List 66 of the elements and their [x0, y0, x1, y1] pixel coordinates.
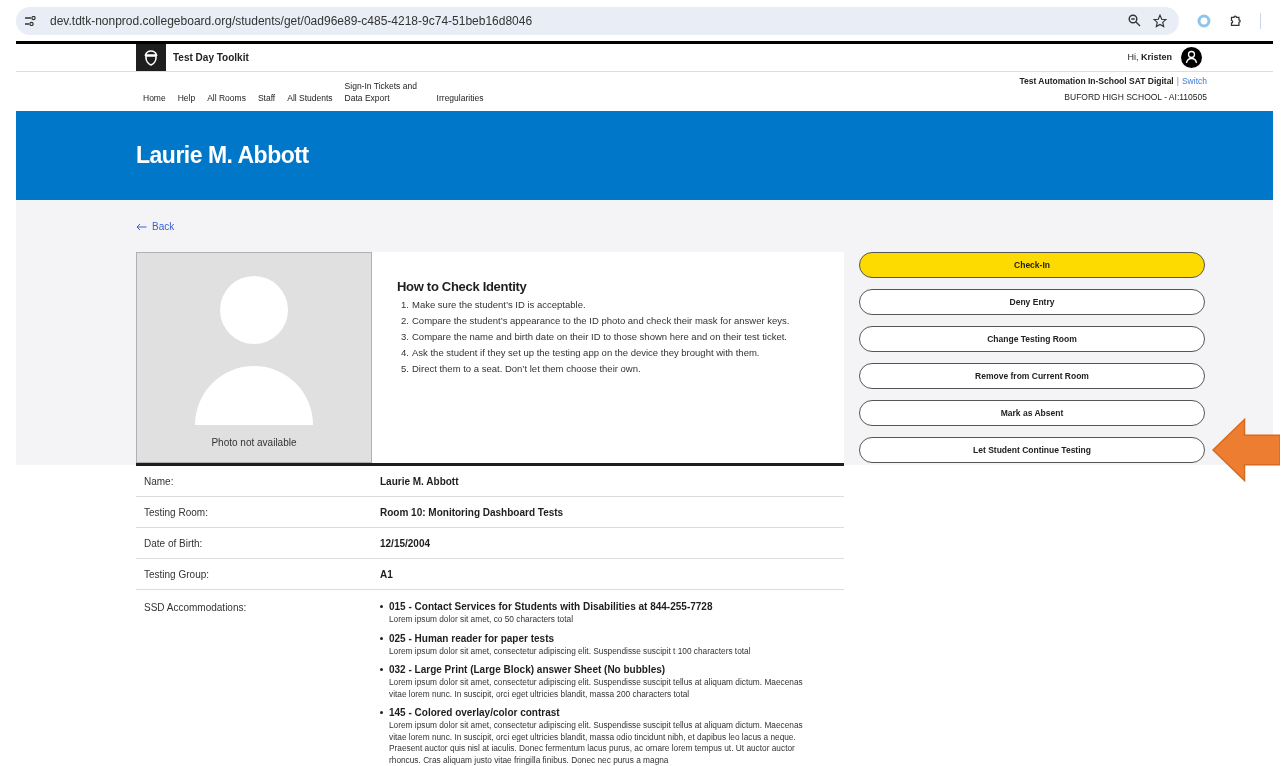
student-name: Laurie M. Abbott: [136, 141, 309, 171]
step-text: Direct them to a seat. Don’t let them choose their own.: [412, 361, 641, 376]
school-name: BUFORD HIGH SCHOOL - AI:110505: [1064, 91, 1207, 104]
field-value: A1: [380, 567, 393, 582]
url-text: dev.tdtk-nonprod.collegeboard.org/students/get/0ad96e89-c485-4218-9c74-51beb16d8046: [50, 12, 533, 30]
accommodation-title: 025 - Human reader for paper tests: [389, 631, 556, 645]
nav-link[interactable]: Sign-In Tickets and Data Export: [343, 80, 426, 104]
person-silhouette-icon: [195, 276, 313, 425]
field-value: Laurie M. Abbott: [380, 474, 459, 489]
nav-link[interactable]: Help: [176, 92, 197, 104]
site-settings-icon[interactable]: [24, 15, 36, 26]
bullet-icon: [380, 636, 383, 640]
acorn-icon: [144, 49, 158, 66]
step-number: 3.: [400, 329, 410, 344]
user-avatar-icon[interactable]: [1181, 47, 1202, 68]
accommodation-description: Lorem ipsum dolor sit amet, consectetur adipiscing elit. Suspendisse suscipit tellus at aliquam dictum. Maecenas vitae lorem nunc. In suscipit, orci eget ultricies blandit, massa 200 characters total: [389, 677, 804, 700]
section-title: How to Check Identity: [397, 278, 528, 296]
nav-link[interactable]: All Rooms: [206, 92, 247, 104]
action-button[interactable]: Mark as Absent: [859, 400, 1205, 426]
step-text: Make sure the student’s ID is acceptable.: [412, 297, 586, 312]
step-number: 1.: [400, 297, 410, 312]
logo[interactable]: [136, 44, 166, 71]
field-label: Testing Room:: [143, 505, 209, 520]
bullet-icon: [380, 711, 383, 714]
bullet-icon: [380, 605, 383, 608]
greeting: Hi, Kristen: [1127, 50, 1172, 64]
accommodation-title: 015 - Contact Services for Students with Disabilities at 844-255-7728: [389, 600, 713, 613]
star-icon[interactable]: [1153, 13, 1168, 28]
nav-link[interactable]: Staff: [256, 92, 277, 104]
program-name: Test Automation In-School SAT Digital: [1019, 74, 1174, 88]
field-value: 12/15/2004: [380, 536, 431, 551]
field-label: Name:: [143, 474, 175, 489]
bullet-icon: [380, 668, 383, 671]
accommodation-description: Lorem ipsum dolor sit amet, consectetur adipiscing elit. Suspendisse suscipit t 100 characters total: [389, 645, 751, 657]
step-text: Ask the student if they set up the testing app on the device they brought with them.: [412, 345, 760, 360]
accommodation-title: 145 - Colored overlay/color contrast: [389, 706, 561, 719]
step-text: Compare the name and birth date on their ID to those shown here and on their test ticket.: [412, 329, 787, 344]
switch-link[interactable]: Switch: [1181, 74, 1207, 88]
nav-link[interactable]: Irregularities: [435, 92, 485, 104]
app-title: Test Day Toolkit: [173, 51, 249, 65]
accommodation-description: Lorem ipsum dolor sit amet, consectetur adipiscing elit. Suspendisse suscipit tellus at aliquam dictum. Maecenas vitae lorem nunc. In suscipit, orci eget ultricies blandit, massa odio tincidunt nibh, et dapibus leo lacus a neque. Praesent auctor quis nisl at iaculis. Donec fermentum lacus purus, ac ornare lorem tempus ut. Ut auctor auctor rhoncus. Cras aliquam justo vitae fringilla finibus. Donec nec purus a magna: [389, 720, 804, 766]
puzzle-icon[interactable]: [1229, 13, 1244, 28]
action-button[interactable]: Remove from Current Room: [859, 363, 1205, 389]
field-label: SSD Accommodations:: [143, 601, 248, 615]
accommodation-description: Lorem ipsum dolor sit amet, co 50 characters total: [389, 614, 574, 626]
field-label: Testing Group:: [143, 567, 211, 582]
arrow-icon: [1212, 418, 1280, 482]
field-label: Date of Birth:: [143, 536, 204, 551]
step-text: Compare the student’s appearance to the ID photo and check their mask for answer keys.: [412, 313, 790, 328]
back-link[interactable]: Back: [136, 219, 175, 234]
address-bar[interactable]: dev.tdtk-nonprod.collegeboard.org/students/get/0ad96e89-c485-4218-9c74-51beb16d8046: [16, 6, 1180, 35]
field-value: Room 10: Monitoring Dashboard Tests: [380, 505, 564, 520]
accommodation-title: 032 - Large Print (Large Block) answer Sheet (No bubbles): [389, 663, 667, 676]
action-button[interactable]: Change Testing Room: [859, 326, 1205, 352]
step-number: 4.: [400, 345, 410, 360]
step-number: 5.: [400, 361, 410, 376]
action-button[interactable]: Let Student Continue Testing: [859, 437, 1205, 463]
action-button[interactable]: Check-In: [859, 252, 1205, 278]
photo-caption: Photo not available: [211, 436, 297, 450]
zoom-icon[interactable]: [1128, 14, 1142, 27]
arrow-left-icon: [136, 222, 147, 231]
step-number: 2.: [400, 313, 410, 328]
separator: |: [1176, 74, 1179, 88]
nav-link[interactable]: Home: [142, 92, 167, 104]
action-button[interactable]: Deny Entry: [859, 289, 1205, 315]
nav-link[interactable]: All Students: [286, 92, 334, 104]
